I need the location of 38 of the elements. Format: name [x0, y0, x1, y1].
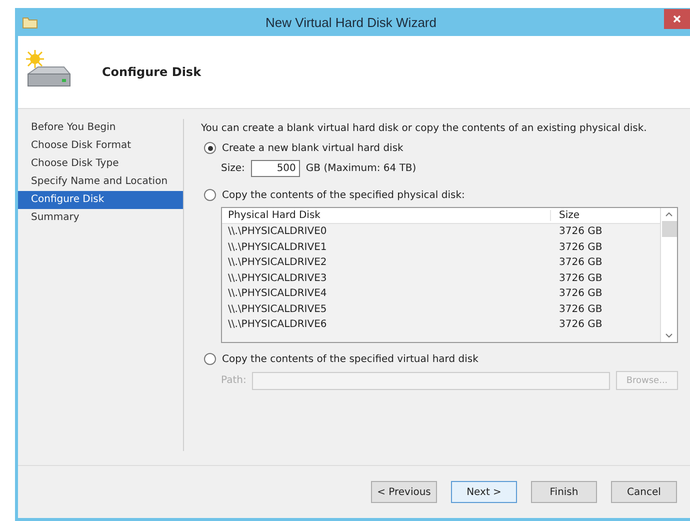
- wizard-button[interactable]: Finish: [531, 481, 597, 503]
- list-row[interactable]: \\.\PHYSICALDRIVE0 3726 GB: [222, 224, 660, 240]
- radio-button[interactable]: [204, 189, 216, 201]
- window-title: New Virtual Hard Disk Wizard: [264, 14, 438, 30]
- size-unit: GB (Maximum: 64 TB): [306, 163, 416, 174]
- list-row[interactable]: \\.\PHYSICALDRIVE5 3726 GB: [222, 302, 660, 317]
- wizard-button[interactable]: < Previous: [371, 481, 437, 503]
- scrollbar[interactable]: [660, 208, 677, 342]
- nav-item[interactable]: Summary: [18, 209, 183, 227]
- list-row[interactable]: \\.\PHYSICALDRIVE2 3726 GB: [222, 255, 660, 270]
- nav-item[interactable]: Before You Begin: [18, 119, 183, 137]
- option-label: Copy the contents of the specified physical disk:: [222, 190, 465, 200]
- list-row[interactable]: \\.\PHYSICALDRIVE3 3726 GB: [222, 270, 660, 286]
- path-label: Path:: [221, 375, 246, 386]
- radio-option[interactable]: Create a new blank virtual hard disk: [204, 142, 678, 154]
- size-field[interactable]: 500: [250, 160, 300, 177]
- wizard-button[interactable]: Next >: [451, 481, 517, 503]
- close-icon: [673, 15, 681, 23]
- folder-icon: [22, 15, 38, 29]
- list-row[interactable]: \\.\PHYSICALDRIVE1 3726 GB: [222, 240, 660, 255]
- scrollbar-thumb[interactable]: [662, 221, 676, 237]
- wizard-button[interactable]: Cancel: [611, 481, 677, 503]
- option-label: Create a new blank virtual hard disk: [222, 142, 404, 154]
- close-button[interactable]: [664, 9, 690, 29]
- intro-text: You can create a blank virtual hard disk or copy the contents of an existing physical disk.: [201, 123, 648, 134]
- nav-item[interactable]: Specify Name and Location: [18, 173, 183, 191]
- radio-button[interactable]: [204, 142, 216, 154]
- column-header[interactable]: Size: [550, 210, 580, 221]
- nav-item[interactable]: Configure Disk: [18, 191, 183, 209]
- nav-item[interactable]: Choose Disk Format: [18, 137, 183, 155]
- list-row[interactable]: \\.\PHYSICALDRIVE4 3726 GB: [222, 286, 660, 302]
- nav-item[interactable]: Choose Disk Type: [18, 155, 183, 173]
- size-label: Size:: [221, 163, 245, 174]
- column-header[interactable]: Physical Hard Disk: [222, 210, 550, 221]
- list-row[interactable]: \\.\PHYSICALDRIVE6 3726 GB: [222, 317, 660, 332]
- page-title: Configure Disk: [102, 65, 202, 79]
- radio-option[interactable]: Copy the contents of the specified physical disk:: [204, 189, 678, 201]
- option-label: Copy the contents of the specified virtual hard disk: [222, 354, 478, 364]
